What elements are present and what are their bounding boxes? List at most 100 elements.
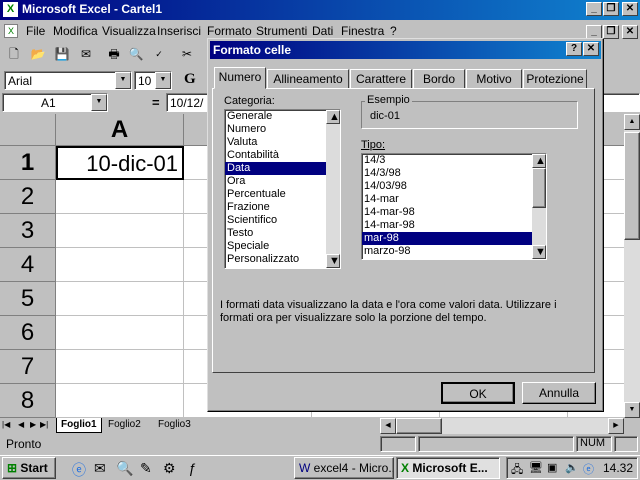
tab-protezione[interactable]: Protezione <box>523 69 587 89</box>
tray-network-icon[interactable]: 🖧 <box>511 461 523 480</box>
type-scroll-up-icon[interactable]: ▲ <box>532 154 546 168</box>
print-preview-icon[interactable]: 🔍 <box>126 45 146 63</box>
bold-button[interactable]: G <box>184 71 196 88</box>
taskbar-excel[interactable]: X Microsoft E... <box>396 457 500 479</box>
tray-monitor-icon[interactable]: 🖥 <box>529 461 543 474</box>
category-item[interactable]: Contabilità <box>225 149 340 162</box>
category-item[interactable]: Percentuale <box>225 188 340 201</box>
horizontal-scroll-thumb[interactable] <box>396 418 442 434</box>
open-icon[interactable]: 📂 <box>28 45 48 63</box>
type-scroll-down-icon[interactable]: ▼ <box>532 245 546 259</box>
close-button[interactable]: ✕ <box>622 2 638 16</box>
type-item[interactable]: 14-mar-98 <box>362 219 546 232</box>
menu-inserisci[interactable]: Inserisci <box>157 22 201 40</box>
category-item[interactable]: Scientifico <box>225 214 340 227</box>
tab-carattere[interactable]: Carattere <box>350 69 412 89</box>
start-button[interactable]: ⊞ Start <box>2 457 56 479</box>
email-icon[interactable]: ✉ <box>76 45 96 63</box>
scroll-down-icon[interactable]: ▼ <box>624 402 640 418</box>
category-item[interactable]: Frazione <box>225 201 340 214</box>
new-icon[interactable]: 🗋 <box>4 45 24 63</box>
doc-close-button[interactable]: ✕ <box>622 25 638 39</box>
row-header-2[interactable]: 2 <box>0 180 56 214</box>
minimize-button[interactable]: _ <box>586 2 602 16</box>
row-header-6[interactable]: 6 <box>0 316 56 350</box>
sheet-tab-foglio2[interactable]: Foglio2 <box>108 419 141 430</box>
type-list[interactable]: 14/3 14/3/98 14/03/98 14-mar 14-mar-98 1… <box>361 153 547 260</box>
category-item[interactable]: Generale <box>225 110 340 123</box>
restore-button[interactable]: ❐ <box>603 2 619 16</box>
dialog-close-button[interactable]: ✕ <box>583 42 599 56</box>
column-header-a[interactable]: A <box>56 114 184 146</box>
quick-launch-mail-icon[interactable]: ✉ <box>94 460 106 477</box>
tab-prev-icon[interactable]: ◀ <box>18 420 24 429</box>
quick-launch-editor-icon[interactable]: ✎ <box>140 460 152 477</box>
font-dropdown-icon[interactable]: ▼ <box>115 72 131 89</box>
font-size-select[interactable]: 10 ▼ <box>134 71 172 90</box>
scroll-right-icon[interactable]: ▶ <box>608 418 624 434</box>
category-item[interactable]: Speciale <box>225 240 340 253</box>
row-header-8[interactable]: 8 <box>0 384 56 418</box>
scroll-left-icon[interactable]: ◀ <box>380 418 396 434</box>
menu-file[interactable]: File <box>26 22 45 40</box>
font-select[interactable]: Arial ▼ <box>4 71 132 90</box>
category-list[interactable]: Generale Numero Valuta Contabilità Data … <box>224 109 341 269</box>
type-item[interactable]: 14-mar-98 <box>362 206 546 219</box>
name-box-dropdown-icon[interactable]: ▼ <box>91 94 107 111</box>
menu-visualizza[interactable]: Visualizza <box>102 22 156 40</box>
type-item-selected[interactable]: mar-98 <box>362 232 546 245</box>
tab-allineamento[interactable]: Allineamento <box>267 69 349 89</box>
menu-modifica[interactable]: Modifica <box>53 22 98 40</box>
row-header-5[interactable]: 5 <box>0 282 56 316</box>
cell-a1[interactable]: 10-dic-01 <box>56 146 184 180</box>
ok-button[interactable]: OK <box>441 382 515 404</box>
cut-icon[interactable]: ✂ <box>177 45 197 63</box>
save-icon[interactable]: 💾 <box>52 45 72 63</box>
print-icon[interactable]: 🖶 <box>104 45 124 63</box>
row-header-7[interactable]: 7 <box>0 350 56 384</box>
row-header-3[interactable]: 3 <box>0 214 56 248</box>
tab-next-icon[interactable]: ▶ <box>30 420 36 429</box>
type-item[interactable]: 14-mar <box>362 193 546 206</box>
cancel-button[interactable]: Annulla <box>522 382 596 404</box>
doc-minimize-button[interactable]: _ <box>586 25 602 39</box>
type-item[interactable]: 14/03/98 <box>362 180 546 193</box>
tab-bordo[interactable]: Bordo <box>413 69 465 89</box>
sheet-tab-foglio1[interactable]: Foglio1 <box>56 418 102 433</box>
sheet-tab-foglio3[interactable]: Foglio3 <box>158 419 191 430</box>
category-item[interactable]: Personalizzato <box>225 253 340 266</box>
tab-numero[interactable]: Numero <box>214 67 266 89</box>
select-all-corner[interactable] <box>0 114 56 146</box>
category-item[interactable]: Valuta <box>225 136 340 149</box>
tray-app-icon[interactable]: ▣ <box>547 461 557 474</box>
workbook-icon[interactable]: X <box>4 24 18 38</box>
type-scroll-thumb[interactable] <box>532 168 546 208</box>
category-item[interactable]: Numero <box>225 123 340 136</box>
tray-volume-icon[interactable]: 🔈 <box>565 461 579 474</box>
taskbar-word[interactable]: W excel4 - Micro... <box>294 457 394 479</box>
category-scrollbar[interactable] <box>326 110 340 268</box>
quick-launch-fn-icon[interactable]: ƒ <box>188 460 196 476</box>
vertical-scroll-thumb[interactable] <box>624 132 640 240</box>
spelling-icon[interactable]: ✓ <box>149 45 169 63</box>
tab-first-icon[interactable]: |◀ <box>2 420 10 429</box>
type-item[interactable]: 14/3 <box>362 154 546 167</box>
excel-app-icon[interactable]: X <box>3 2 18 17</box>
category-item-selected[interactable]: Data <box>225 162 340 175</box>
category-scroll-down-icon[interactable]: ▼ <box>326 254 340 268</box>
category-scroll-up-icon[interactable]: ▲ <box>326 110 340 124</box>
category-item[interactable]: Testo <box>225 227 340 240</box>
scroll-up-icon[interactable]: ▲ <box>624 114 640 130</box>
category-item[interactable]: Ora <box>225 175 340 188</box>
name-box[interactable]: A1 ▼ <box>2 93 108 112</box>
quick-launch-ie-icon[interactable]: ⓔ <box>72 460 86 480</box>
quick-launch-explorer-icon[interactable]: 🔍 <box>116 460 133 477</box>
tray-ie-icon[interactable]: ⓔ <box>583 461 594 477</box>
tab-motivo[interactable]: Motivo <box>466 69 522 89</box>
quick-launch-tool-icon[interactable]: ⚙ <box>163 460 176 477</box>
doc-restore-button[interactable]: ❐ <box>603 25 619 39</box>
row-header-1[interactable]: 1 <box>0 146 56 180</box>
size-dropdown-icon[interactable]: ▼ <box>155 72 171 89</box>
dialog-help-button[interactable]: ? <box>566 42 582 56</box>
row-header-4[interactable]: 4 <box>0 248 56 282</box>
